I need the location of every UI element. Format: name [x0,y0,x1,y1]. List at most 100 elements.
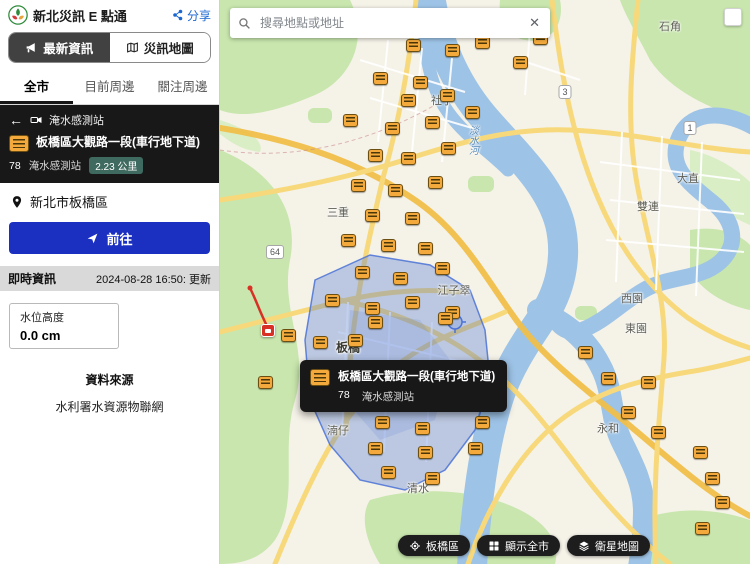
station-meta: 78 淹水感測站 2.23 公里 [9,157,210,174]
flood-sensor-marker[interactable] [413,76,428,89]
satellite-map-button[interactable]: 衛星地圖 [567,535,650,556]
share-button[interactable]: 分享 [172,7,211,24]
data-source: 資料來源 水利署水資源物聯網 [0,371,219,415]
subtab-followed-area[interactable]: 關注周邊 [146,69,219,104]
grid-icon [489,541,499,550]
show-whole-city-button[interactable]: 顯示全市 [477,535,560,556]
flood-sensor-marker[interactable] [435,262,450,275]
main-tabs: 最新資訊 災訊地圖 [8,32,211,63]
close-icon[interactable]: ✕ [527,15,542,31]
flood-sensor-marker[interactable] [348,334,363,347]
flood-sensor-marker[interactable] [641,376,656,389]
sensor-camera-icon [30,116,42,124]
tooltip-title: 板橋區大觀路一段(車行地下道) [338,371,496,383]
selected-location-marker[interactable] [261,324,275,337]
station-tooltip[interactable]: 板橋區大觀路一段(車行地下道) 78 淹水感測站 [300,360,508,412]
flood-sensor-marker[interactable] [715,496,730,509]
flood-sensor-marker[interactable] [601,372,616,385]
flood-sensor-marker[interactable] [281,329,296,342]
tab-disaster-map[interactable]: 災訊地圖 [109,33,210,62]
flood-sensor-marker[interactable] [375,416,390,429]
flood-sensor-marker[interactable] [388,184,403,197]
flood-sensor-marker[interactable] [385,122,400,135]
sidebar-header: 新北災訊 E 點通 分享 [0,0,219,30]
station-type-label: 淹水感測站 [28,160,82,172]
flood-sensor-marker[interactable] [381,466,396,479]
station-id: 78 [9,159,21,172]
app-title: 新北災訊 E 點通 [33,8,127,24]
flood-sensor-marker[interactable] [440,89,455,102]
flood-sensor-marker[interactable] [343,114,358,127]
flood-sensor-marker[interactable] [428,176,443,189]
flood-sensor-marker[interactable] [351,179,366,192]
flood-sensor-marker[interactable] [441,142,456,155]
navigate-button[interactable]: 前往 [9,222,210,254]
back-icon[interactable]: ← [9,113,23,127]
map-bottom-controls: 板橋區 顯示全市 衛星地圖 [398,535,650,556]
flood-sensor-marker[interactable] [705,472,720,485]
location-row: 新北市板橋區 [0,183,219,220]
flood-sensor-marker[interactable] [621,406,636,419]
flood-sensor-marker[interactable] [406,39,421,52]
flood-sensor-marker[interactable] [425,472,440,485]
tab-label: 災訊地圖 [143,42,194,56]
flood-sensor-marker[interactable] [368,316,383,329]
map-icon [126,42,138,53]
flood-sensor-marker[interactable] [373,72,388,85]
tab-latest-info[interactable]: 最新資訊 [9,33,110,62]
satellite-map-label: 衛星地圖 [595,540,639,553]
flood-sensor-marker[interactable] [258,376,273,389]
search-icon [239,17,250,29]
map-area[interactable]: 石角社子三重大直雙連江子翠西園東園板橋湳仔清水永和淡水河6413 ✕ 板橋區大觀… [220,0,750,564]
flood-sensor-marker[interactable] [405,212,420,225]
flood-sensor-marker[interactable] [445,44,460,57]
subtab-current-area[interactable]: 目前周邊 [73,69,146,104]
flood-sensor-marker[interactable] [381,239,396,252]
flood-sensor-marker[interactable] [425,116,440,129]
flood-sensor-marker[interactable] [475,416,490,429]
pin-icon [12,195,22,208]
flood-sensor-marker[interactable] [325,294,340,307]
district-filter-label: 板橋區 [426,540,459,553]
water-level-box: 水位高度 0.0 cm [9,303,119,349]
flood-sensor-marker[interactable] [368,442,383,455]
district-filter-button[interactable]: 板橋區 [398,535,470,556]
flood-sensor-marker[interactable] [415,422,430,435]
subtab-whole-city[interactable]: 全市 [0,69,73,104]
flood-sensor-marker[interactable] [695,522,710,535]
flood-sensor-marker[interactable] [418,242,433,255]
flood-sensor-icon [9,135,29,152]
flood-sensor-marker[interactable] [368,149,383,162]
tooltip-type-label: 淹水感測站 [361,391,415,403]
data-source-label: 資料來源 [85,373,134,387]
navigate-icon [88,233,98,243]
flood-sensor-marker[interactable] [468,442,483,455]
flood-sensor-marker[interactable] [313,336,328,349]
station-card: ← 淹水感測站 板橋區大觀路一段(車行地下道) 78 淹水感測站 2.23 公里 [0,105,219,183]
flood-sensor-marker[interactable] [438,312,453,325]
data-source-value: 水利署水資源物聯網 [55,400,164,414]
flood-sensor-marker[interactable] [418,446,433,459]
flood-sensor-marker[interactable] [401,94,416,107]
flood-sensor-marker[interactable] [513,56,528,69]
flood-sensor-marker[interactable] [365,209,380,222]
flood-sensor-marker[interactable] [578,346,593,359]
flood-sensor-marker[interactable] [393,272,408,285]
tooltip-body: 板橋區大觀路一段(車行地下道) 78 淹水感測站 [338,368,495,404]
tooltip-station-id: 78 [338,389,350,401]
scope-tabs: 全市 目前周邊 關注周邊 [0,69,219,105]
map-control-button[interactable] [724,8,742,26]
station-card-header: ← 淹水感測站 [9,112,210,128]
flood-sensor-marker[interactable] [405,296,420,309]
flood-sensor-marker[interactable] [365,302,380,315]
flood-sensor-marker[interactable] [341,234,356,247]
tooltip-meta: 78 淹水感測站 [338,389,495,404]
flood-sensor-marker[interactable] [651,426,666,439]
flood-sensor-icon [310,369,330,386]
flood-sensor-marker[interactable] [693,446,708,459]
search-input[interactable] [258,15,521,31]
map-background [220,0,750,564]
flood-sensor-marker[interactable] [355,266,370,279]
flood-sensor-marker[interactable] [465,106,480,119]
flood-sensor-marker[interactable] [401,152,416,165]
